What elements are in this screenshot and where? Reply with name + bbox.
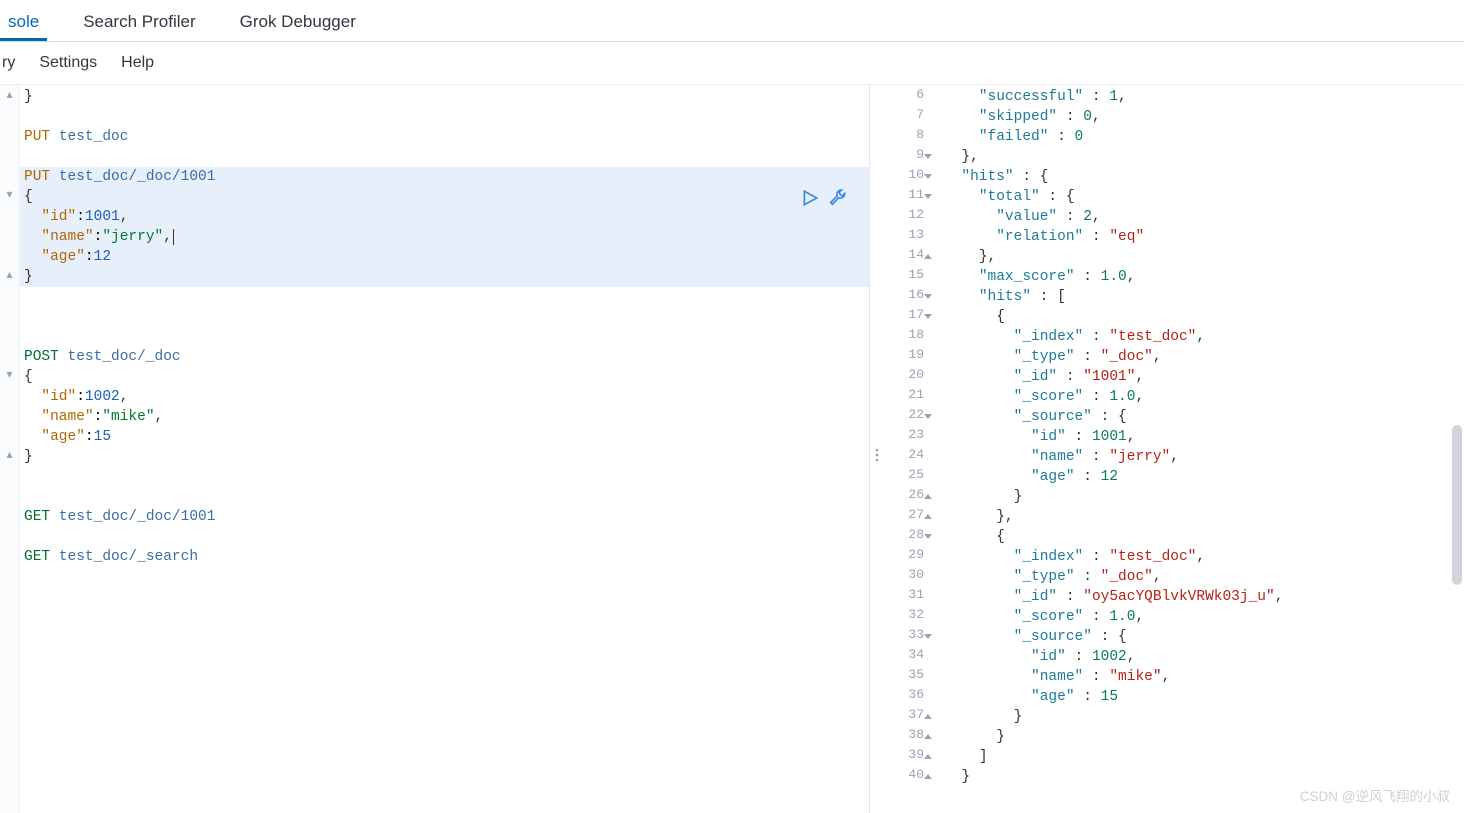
method-get: GET bbox=[24, 509, 50, 525]
comma: , bbox=[120, 389, 129, 405]
tab-grok-debugger[interactable]: Grok Debugger bbox=[232, 8, 364, 41]
method-put: PUT bbox=[24, 129, 50, 145]
path: test_doc/_doc bbox=[68, 349, 181, 365]
method-put: PUT bbox=[24, 169, 50, 185]
key-age: "age" bbox=[41, 429, 85, 445]
val-age: 12 bbox=[94, 249, 111, 265]
brace-close: } bbox=[24, 449, 33, 465]
val-name: "jerry" bbox=[102, 229, 163, 245]
method-get: GET bbox=[24, 549, 50, 565]
response-gutter: 6789101112131415161718192021222324252627… bbox=[884, 85, 930, 813]
response-body[interactable]: "successful" : 1, "skipped" : 0, "failed… bbox=[930, 85, 1464, 813]
brace-open: { bbox=[24, 369, 33, 385]
dev-tools-tabs: sole Search Profiler Grok Debugger bbox=[0, 0, 1464, 42]
comma: , bbox=[163, 229, 172, 245]
subbar-settings[interactable]: Settings bbox=[39, 54, 97, 72]
pane-splitter[interactable] bbox=[870, 85, 884, 813]
comma: , bbox=[120, 209, 129, 225]
play-icon[interactable] bbox=[801, 189, 819, 214]
path: test_doc/_search bbox=[59, 549, 198, 565]
val-name: "mike" bbox=[102, 409, 154, 425]
brace-close: } bbox=[24, 89, 33, 105]
response-pane: 6789101112131415161718192021222324252627… bbox=[884, 85, 1464, 813]
request-editor-pane: ▴▾ ▴▾ ▴ } PUT test_doc PUT test_doc/_doc… bbox=[0, 85, 870, 813]
val-id: 1001 bbox=[85, 209, 120, 225]
scrollbar-thumb[interactable] bbox=[1452, 425, 1462, 585]
subbar-history[interactable]: ry bbox=[2, 54, 15, 72]
request-editor[interactable]: } PUT test_doc PUT test_doc/_doc/1001 { … bbox=[20, 85, 869, 813]
brace-open: { bbox=[24, 189, 33, 205]
subbar-help[interactable]: Help bbox=[121, 54, 154, 72]
val-age: 15 bbox=[94, 429, 111, 445]
val-id: 1002 bbox=[85, 389, 120, 405]
path: test_doc/_doc/1001 bbox=[59, 169, 216, 185]
path: test_doc bbox=[59, 129, 129, 145]
wrench-icon[interactable] bbox=[829, 189, 847, 214]
tab-console[interactable]: sole bbox=[0, 8, 47, 41]
method-post: POST bbox=[24, 349, 59, 365]
brace-close: } bbox=[24, 269, 33, 285]
console-subbar: ry Settings Help bbox=[0, 42, 1464, 85]
key-name: "name" bbox=[41, 409, 93, 425]
key-id: "id" bbox=[41, 209, 76, 225]
comma: , bbox=[155, 409, 164, 425]
editor-gutter: ▴▾ ▴▾ ▴ bbox=[0, 85, 20, 813]
text-cursor bbox=[173, 229, 174, 245]
key-name: "name" bbox=[41, 229, 93, 245]
workspace: ▴▾ ▴▾ ▴ } PUT test_doc PUT test_doc/_doc… bbox=[0, 85, 1464, 813]
key-age: "age" bbox=[41, 249, 85, 265]
key-id: "id" bbox=[41, 389, 76, 405]
path: test_doc/_doc/1001 bbox=[59, 509, 216, 525]
tab-search-profiler[interactable]: Search Profiler bbox=[75, 8, 203, 41]
